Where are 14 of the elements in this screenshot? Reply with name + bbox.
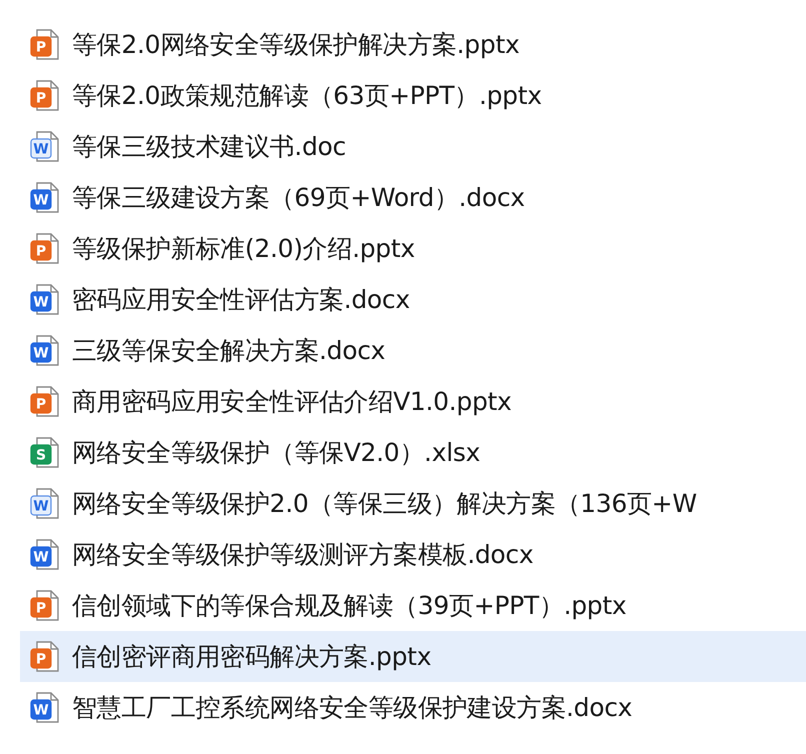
file-row[interactable]: W 三级等保安全解决方案.docx <box>20 325 806 376</box>
file-row[interactable]: W 密码应用安全性评估方案.docx <box>20 274 806 325</box>
file-row[interactable]: W 网络安全等级保护等级测评方案模板.docx <box>20 529 806 580</box>
file-row[interactable]: P 信创密评商用密码解决方案.pptx <box>20 631 806 682</box>
file-row[interactable]: W 等保三级建设方案（69页+Word）.docx <box>20 172 806 223</box>
file-row[interactable]: S 网络安全等级保护（等保V2.0）.xlsx <box>20 427 806 478</box>
file-row[interactable]: W 智慧工厂工控系统网络安全等级保护建设方案.docx <box>20 682 806 733</box>
file-row[interactable]: P 商用密码应用安全性评估介绍V1.0.pptx <box>20 376 806 427</box>
file-row[interactable]: P 等级保护新标准(2.0)介绍.pptx <box>20 223 806 274</box>
file-row[interactable]: W 网络安全等级保护2.0（等保三级）解决方案（136页+W <box>20 478 806 529</box>
file-row[interactable]: P 等保2.0网络安全等级保护解决方案.pptx <box>20 19 806 70</box>
file-row[interactable]: P 信创领域下的等保合规及解读（39页+PPT）.pptx <box>20 580 806 631</box>
file-row[interactable]: P 等保2.0政策规范解读（63页+PPT）.pptx <box>20 70 806 121</box>
file-row[interactable]: W 等保三级技术建议书.doc <box>20 121 806 172</box>
